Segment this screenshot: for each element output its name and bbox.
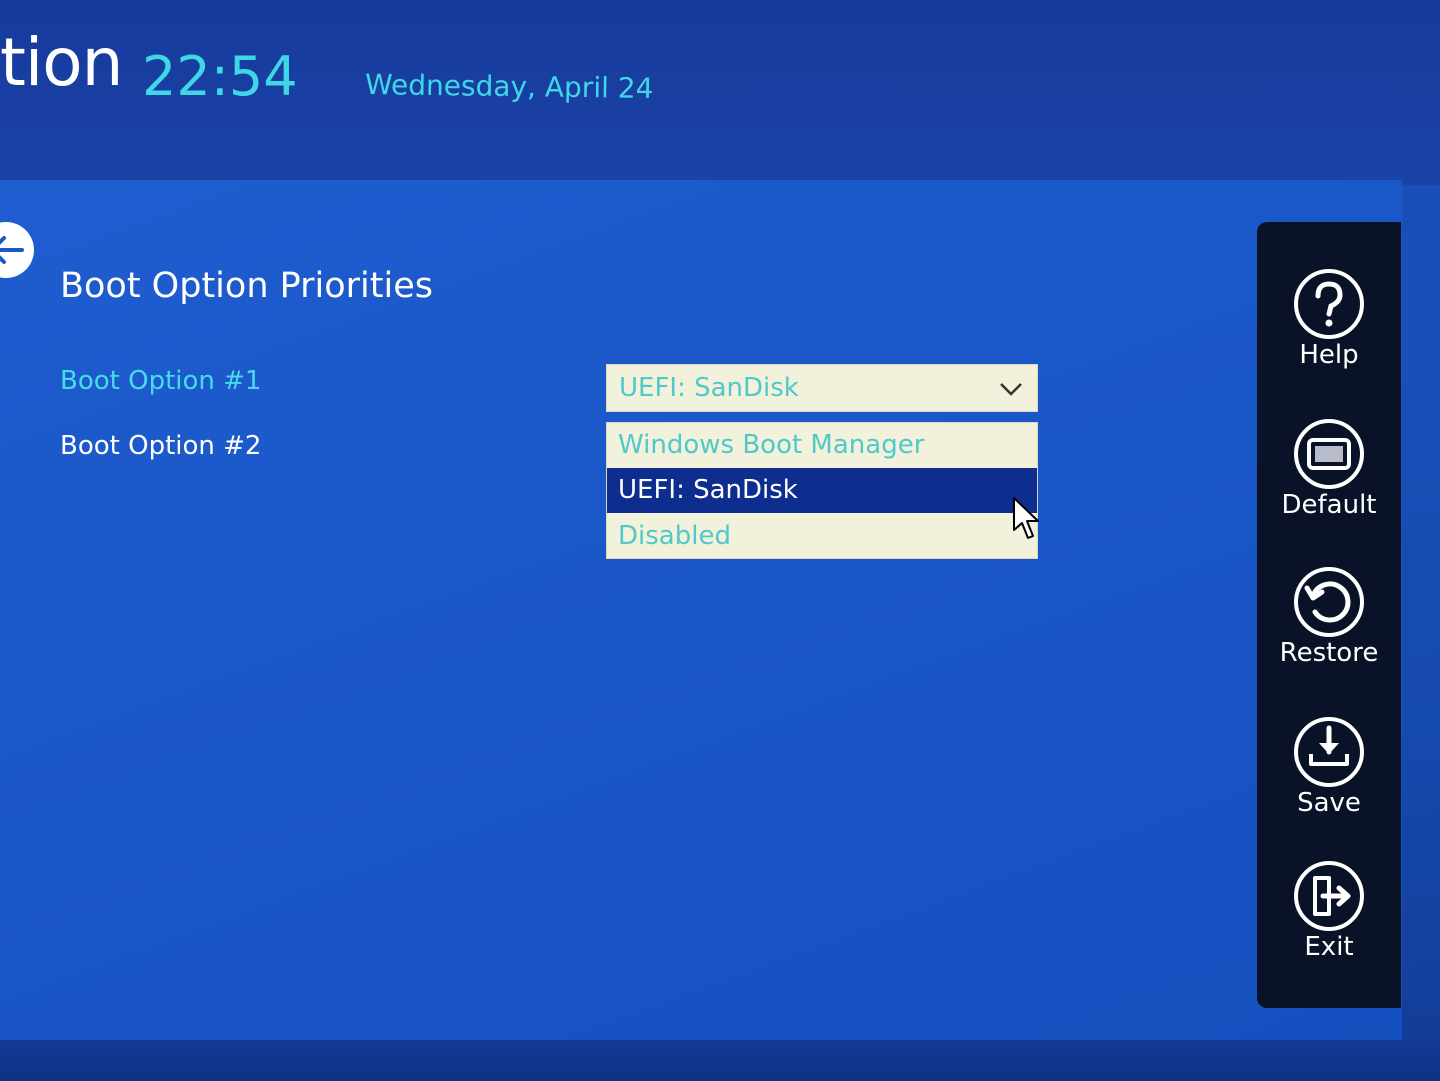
default-label: Default: [1281, 490, 1377, 520]
save-button[interactable]: Save: [1257, 716, 1401, 846]
main-panel: [0, 180, 1402, 1042]
date: Wednesday, April 24: [364, 68, 654, 106]
exit-button[interactable]: Exit: [1257, 860, 1401, 990]
question-circle-icon: [1294, 269, 1364, 339]
default-monitor-icon: [1294, 419, 1364, 489]
dropdown-option-windows-boot-manager[interactable]: Windows Boot Manager: [607, 423, 1037, 468]
bottom-strip: [0, 1040, 1440, 1081]
help-button[interactable]: Help: [1257, 268, 1401, 398]
dropdown-option-uefi-sandisk[interactable]: UEFI: SanDisk: [607, 468, 1037, 513]
boot-option-1-select[interactable]: UEFI: SanDisk: [606, 364, 1038, 412]
select-value: UEFI: SanDisk: [619, 373, 799, 403]
restore-button[interactable]: Restore: [1257, 566, 1401, 696]
app-title: tion: [0, 24, 123, 101]
boot-option-1-label[interactable]: Boot Option #1: [60, 366, 261, 396]
page-title: Boot Option Priorities: [60, 266, 433, 306]
download-icon: [1294, 717, 1364, 787]
save-label: Save: [1297, 788, 1361, 818]
arrow-left-icon: [0, 236, 24, 264]
back-button[interactable]: [0, 222, 34, 278]
clock: 22:54: [142, 45, 298, 108]
default-button[interactable]: Default: [1257, 418, 1401, 548]
boot-option-2-label[interactable]: Boot Option #2: [60, 431, 261, 461]
exit-door-icon: [1294, 861, 1364, 931]
dropdown-list: Windows Boot Manager UEFI: SanDisk Disab…: [606, 422, 1038, 559]
toolbar: Help Default Restore Save Exit: [1257, 222, 1401, 1008]
dropdown-option-disabled[interactable]: Disabled: [607, 514, 1037, 559]
restore-label: Restore: [1279, 638, 1379, 668]
help-label: Help: [1299, 340, 1359, 370]
exit-label: Exit: [1304, 932, 1354, 962]
header-bar: tion 22:54 Wednesday, April 24: [0, 0, 1440, 185]
restore-icon: [1294, 567, 1364, 637]
mouse-cursor-icon: [1013, 497, 1039, 539]
chevron-down-icon: [1000, 383, 1022, 396]
